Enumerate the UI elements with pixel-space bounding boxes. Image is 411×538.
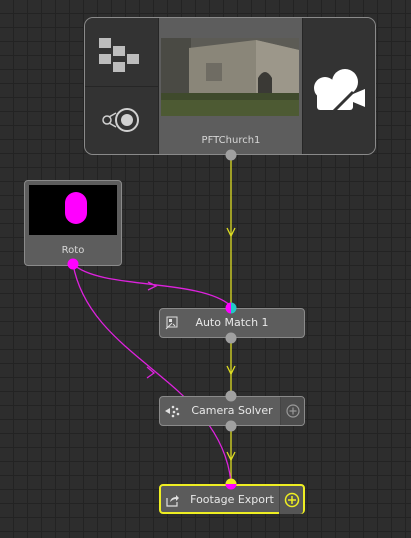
wire-arrow <box>147 281 158 291</box>
lens-toggle-icon[interactable] <box>85 87 158 154</box>
roto-mask-shape <box>65 192 87 224</box>
roto-thumbnail <box>29 185 117 235</box>
clip-node-label: PFTChurch1 <box>201 135 261 146</box>
clip-node-left-panel <box>85 18 159 154</box>
auto-match-node[interactable]: Auto Match 1 <box>159 308 305 338</box>
plus-circle-icon[interactable] <box>279 486 303 514</box>
wire-arrow <box>226 365 236 376</box>
clip-thumbnail <box>161 38 299 116</box>
wire-roto-to-automatch <box>72 263 232 307</box>
wire-arrow <box>226 451 236 462</box>
roto-node-label: Roto <box>61 245 85 256</box>
movie-camera-icon[interactable] <box>302 18 375 154</box>
footage-export-node[interactable]: Footage Export <box>159 484 305 514</box>
clip-node[interactable]: PFTChurch1 <box>84 17 376 155</box>
footage-export-label: Footage Export <box>190 493 274 506</box>
auto-match-icon <box>160 309 184 337</box>
wire-arrow <box>226 227 236 238</box>
camera-solver-icon <box>160 397 184 425</box>
node-graph-canvas[interactable]: PFTChurch1 Roto Auto Match 1 Camera Solv… <box>0 0 411 538</box>
wire-arrow <box>146 366 156 379</box>
wire-roto-to-export <box>72 263 232 483</box>
export-icon <box>161 486 185 514</box>
camera-solver-node[interactable]: Camera Solver <box>159 396 305 426</box>
roto-node[interactable]: Roto <box>24 180 122 266</box>
camera-solver-label: Camera Solver <box>191 404 273 417</box>
plus-circle-icon[interactable] <box>280 397 304 425</box>
mosaic-icon[interactable] <box>85 18 158 87</box>
auto-match-label: Auto Match 1 <box>195 316 269 329</box>
